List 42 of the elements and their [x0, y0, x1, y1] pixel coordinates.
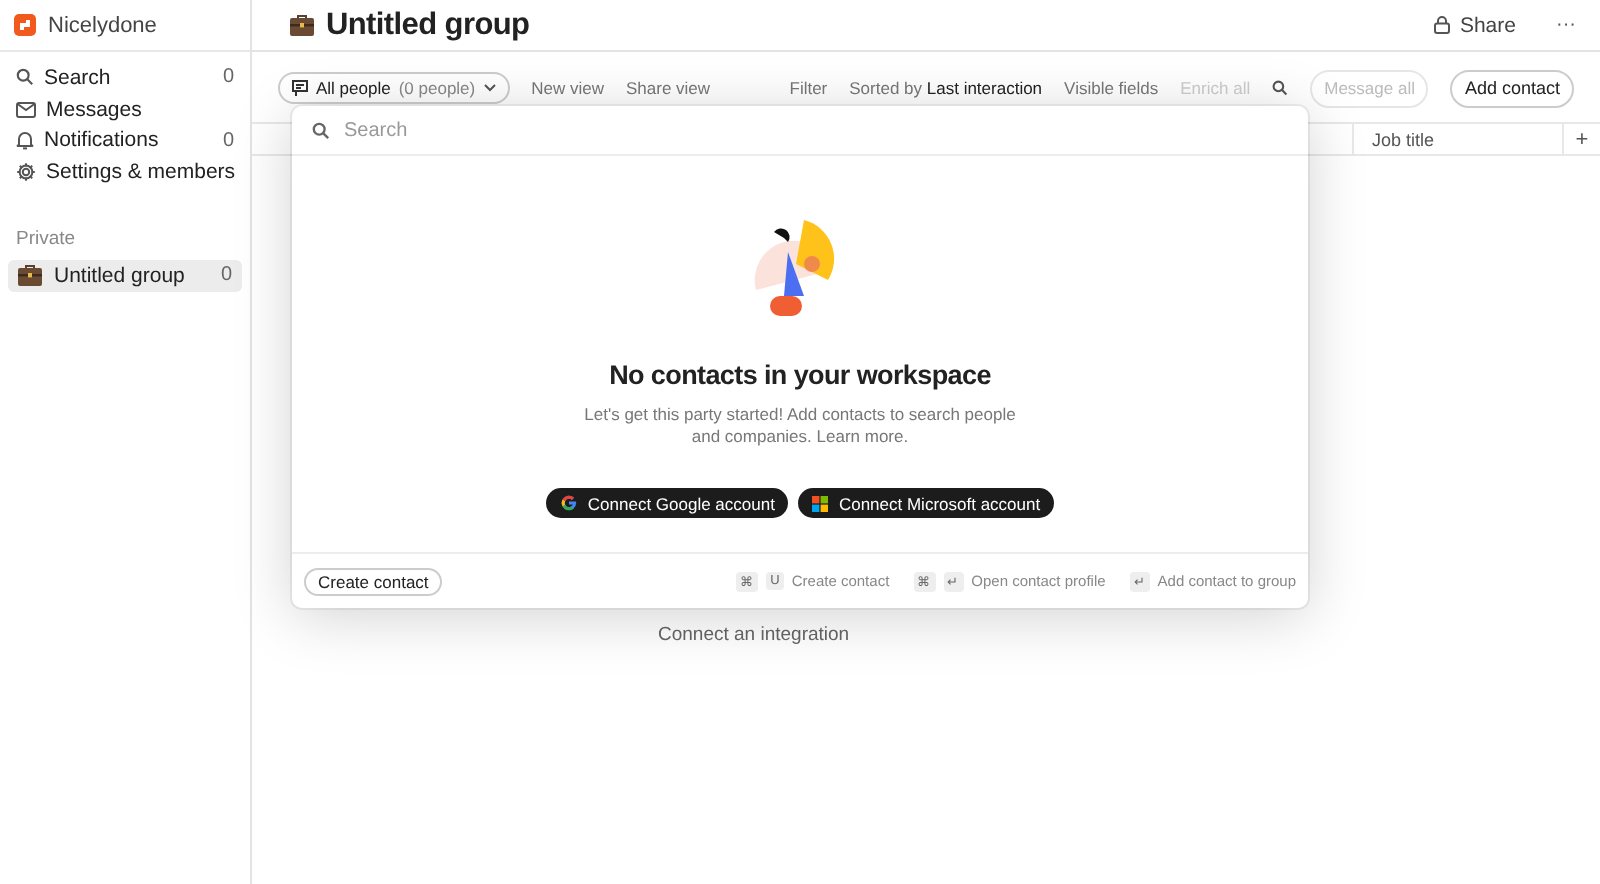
- empty-state-title: No contacts in your workspace: [609, 360, 991, 390]
- column-header[interactable]: Job title: [1352, 124, 1564, 154]
- view-selector[interactable]: All people (0 people): [278, 72, 510, 104]
- empty-state-text: Let's get this party started! Add contacts to search people and companies. Learn more.: [582, 404, 1018, 448]
- sidebar-item[interactable]: Notifications 0: [8, 124, 242, 157]
- search-icon[interactable]: [1272, 80, 1289, 96]
- section-label: Private: [14, 225, 78, 254]
- view-link[interactable]: Share view: [626, 78, 711, 98]
- visible-fields-button[interactable]: Visible fields: [1064, 78, 1159, 98]
- share-button[interactable]: Share: [1433, 13, 1516, 37]
- item-count: 0: [220, 264, 232, 287]
- app-logo: [14, 14, 36, 36]
- mail-icon: [16, 101, 36, 118]
- sidebar-item[interactable]: Messages: [8, 93, 242, 125]
- view-link[interactable]: New view: [531, 78, 604, 98]
- list-icon: [292, 80, 308, 96]
- sort-button[interactable]: Sorted by Last interaction: [849, 78, 1043, 98]
- bell-icon: [16, 130, 34, 151]
- sidebar-item[interactable]: Search 0: [8, 62, 242, 94]
- item-count: 0: [222, 129, 234, 152]
- item-count: 0: [222, 66, 234, 89]
- create-contact-button[interactable]: Create contact: [304, 567, 443, 595]
- google-icon: [559, 494, 578, 512]
- windows-icon: [812, 495, 829, 511]
- search-icon: [312, 121, 330, 139]
- lock-icon: [1433, 16, 1450, 34]
- briefcase-icon: [18, 264, 42, 287]
- more-button[interactable]: ···: [1556, 14, 1576, 36]
- add-column-button[interactable]: +: [1564, 127, 1600, 151]
- settings-icon: [16, 161, 36, 182]
- search-icon: [16, 68, 34, 87]
- connect-account-button[interactable]: Connect Google account: [545, 488, 789, 518]
- filter-button[interactable]: Filter: [789, 78, 828, 98]
- integration-link[interactable]: Connect an integration: [658, 624, 850, 646]
- connect-account-button[interactable]: Connect Microsoft account: [798, 488, 1055, 518]
- page-title: Untitled group: [326, 7, 532, 43]
- add-contact-button[interactable]: Add contact: [1450, 69, 1574, 107]
- briefcase-icon: [290, 14, 314, 36]
- chevron-down-icon: [483, 84, 496, 92]
- sidebar-item[interactable]: Settings & members: [8, 156, 242, 188]
- group-item[interactable]: Untitled group 0: [8, 259, 242, 292]
- workspace-name: Nicelydone: [48, 13, 157, 37]
